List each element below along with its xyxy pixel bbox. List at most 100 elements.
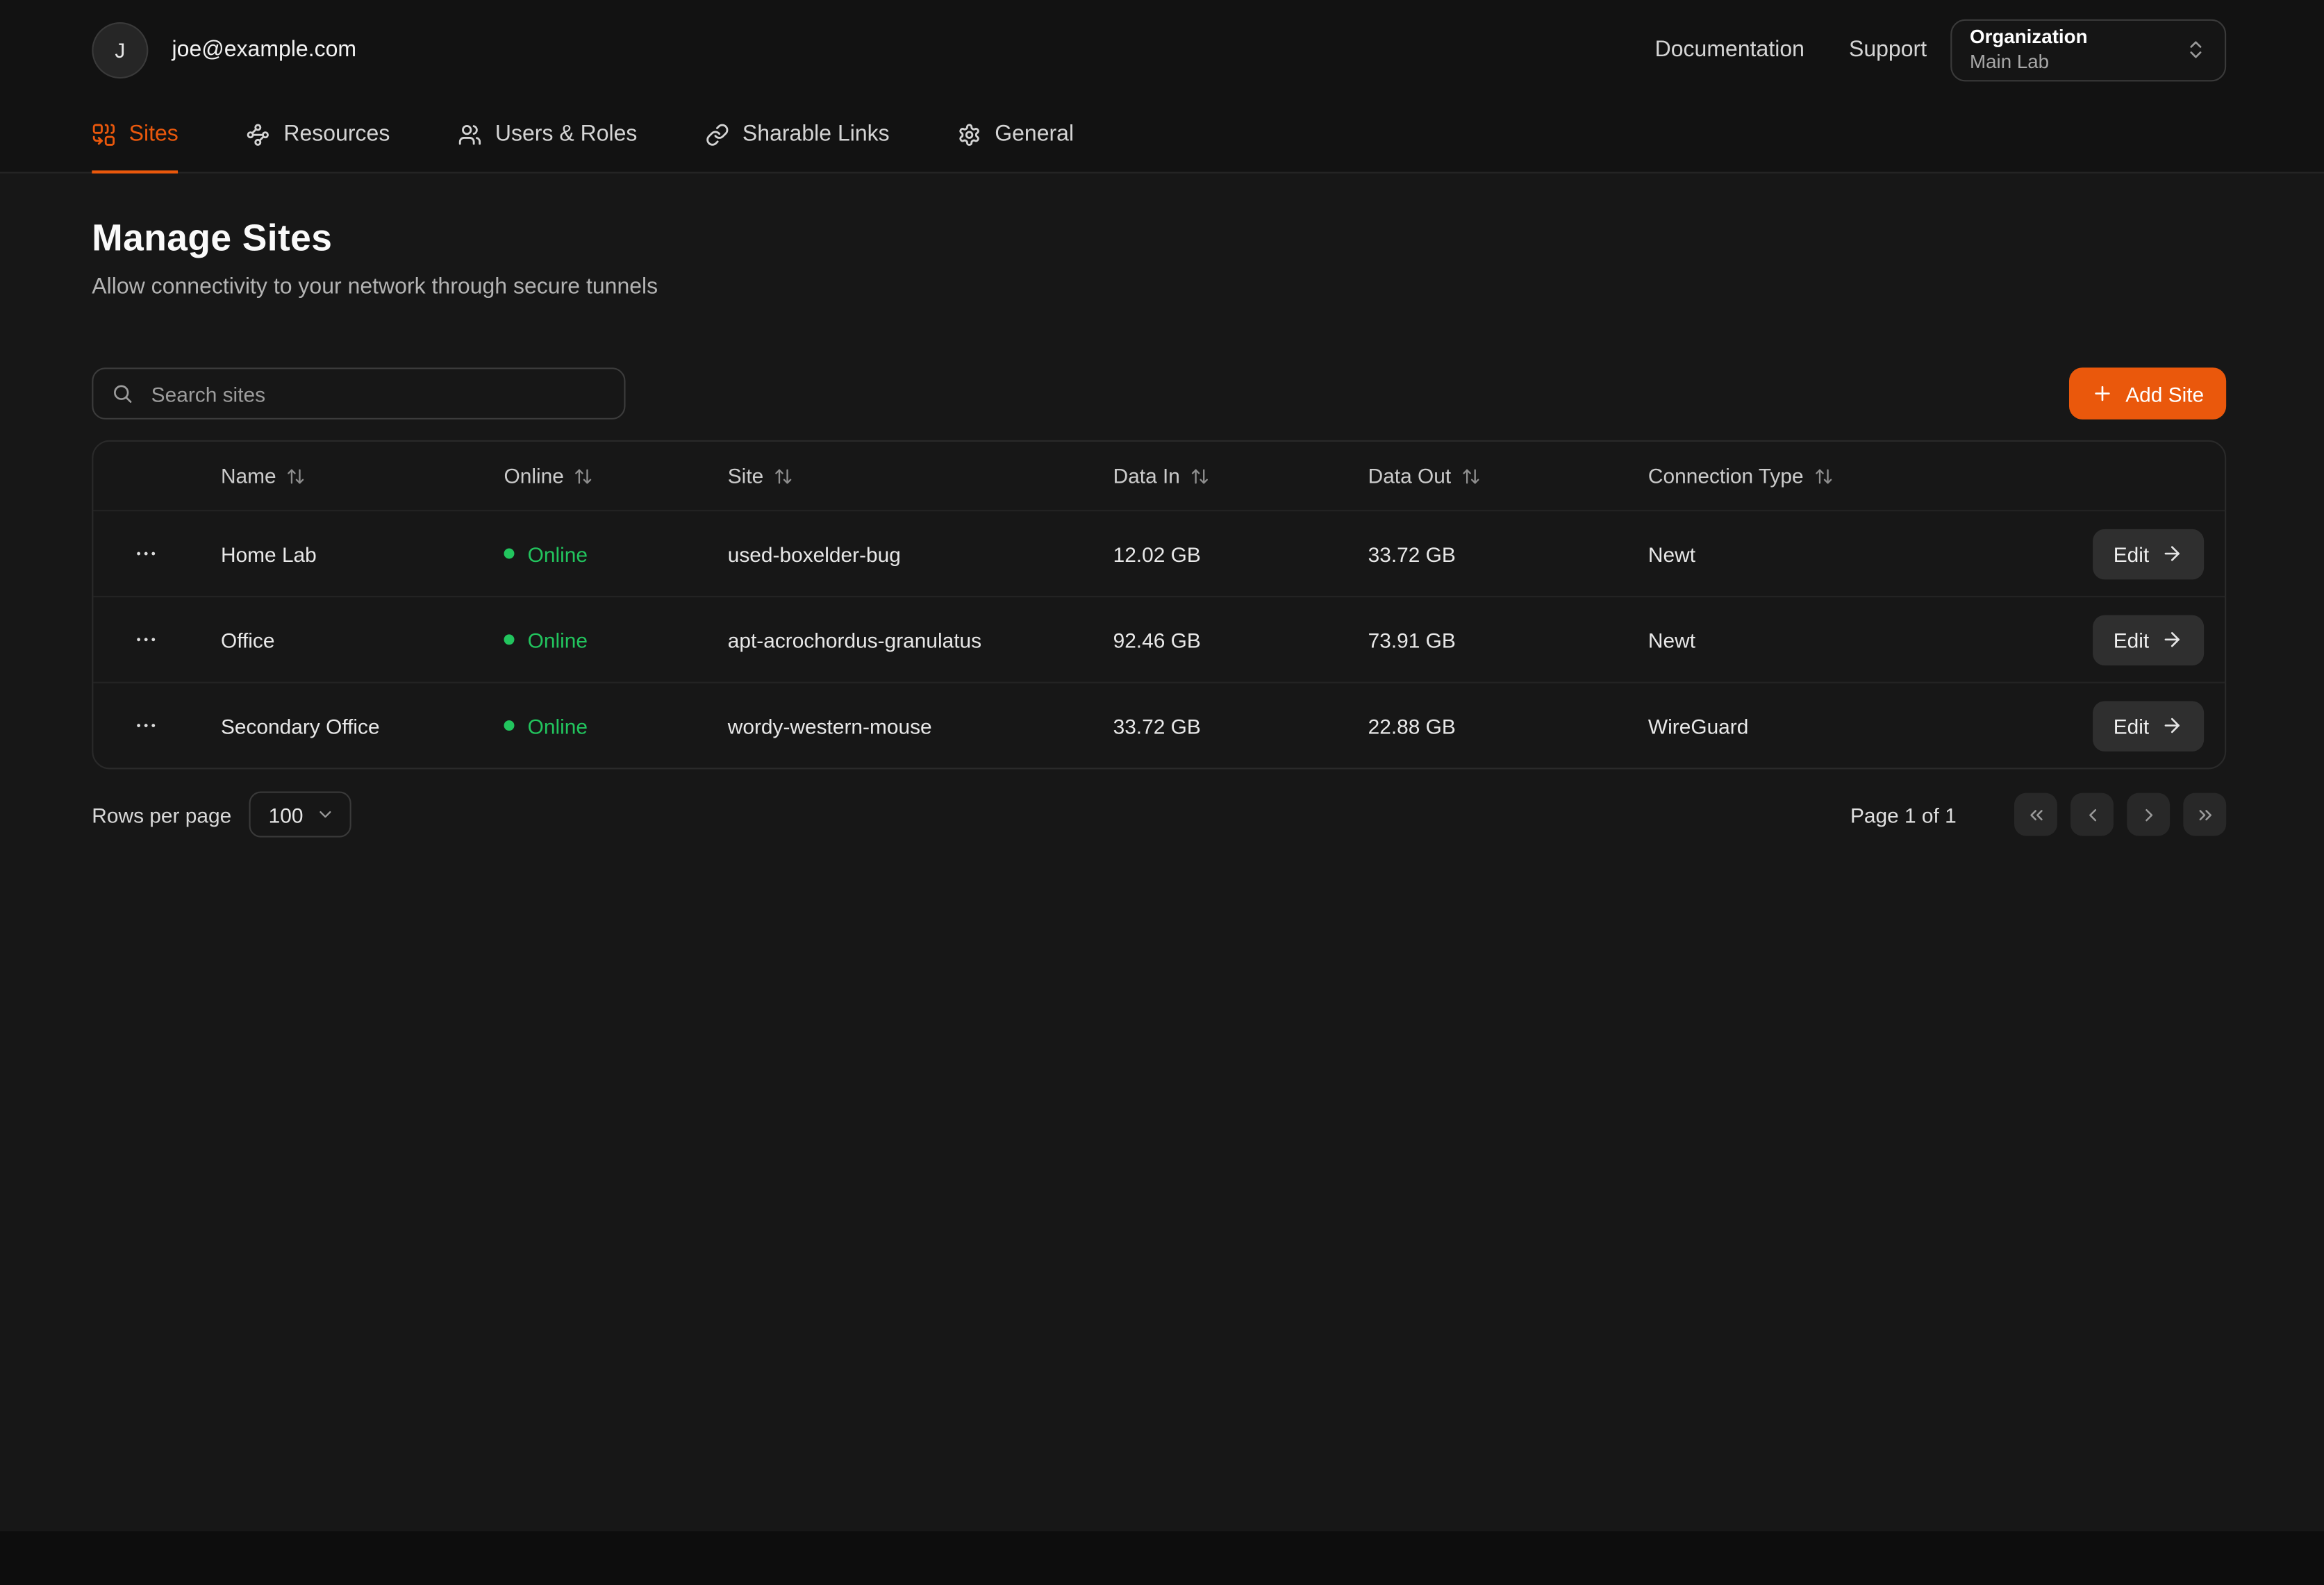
first-page-button[interactable] <box>2014 793 2057 836</box>
avatar-initial: J <box>115 38 125 61</box>
rows-per-page-select[interactable]: 100 <box>249 792 351 838</box>
sites-combine-icon <box>92 122 115 146</box>
cell-site: wordy-western-mouse <box>704 713 1090 737</box>
main-content: Manage Sites Allow connectivity to your … <box>0 218 2324 838</box>
tab-general[interactable]: General <box>958 99 1074 172</box>
column-label: Online <box>504 464 564 488</box>
plus-icon <box>2091 383 2114 405</box>
table-row: Secondary Office Online wordy-western-mo… <box>93 683 2225 768</box>
online-dot <box>504 720 515 731</box>
cell-online-status: Online <box>480 628 704 652</box>
org-selector-text: Organization Main Lab <box>1970 27 2088 72</box>
tab-users-roles[interactable]: Users & Roles <box>458 99 638 172</box>
cell-connection-type: WireGuard <box>1625 713 2041 737</box>
search-input[interactable] <box>148 380 606 406</box>
row-menu-button[interactable] <box>123 617 167 662</box>
account-bar: J joe@example.com Documentation Support … <box>0 0 2324 99</box>
cell-data-in: 33.72 GB <box>1089 713 1344 737</box>
prev-page-button[interactable] <box>2070 793 2114 836</box>
online-label: Online <box>528 713 588 737</box>
online-label: Online <box>528 628 588 652</box>
tab-label: Sites <box>129 122 179 147</box>
search-icon <box>111 383 133 405</box>
arrow-right-icon <box>2161 629 2183 651</box>
row-menu-button[interactable] <box>123 704 167 748</box>
sort-icon <box>287 466 306 486</box>
column-label: Name <box>221 464 276 488</box>
cell-data-in: 12.02 GB <box>1089 542 1344 565</box>
online-dot <box>504 549 515 559</box>
sites-table: Name Online Site Data In Data Out <box>92 440 2226 770</box>
avatar[interactable]: J <box>92 22 148 78</box>
rows-per-page-label: Rows per page <box>92 803 231 827</box>
edit-button[interactable]: Edit <box>2093 615 2204 665</box>
cell-site: used-boxelder-bug <box>704 542 1090 565</box>
tab-sharable-links[interactable]: Sharable Links <box>706 99 890 172</box>
sort-icon <box>574 466 594 486</box>
cell-name: Secondary Office <box>197 713 481 737</box>
add-site-button[interactable]: Add Site <box>2069 367 2226 420</box>
top-header: J joe@example.com Documentation Support … <box>0 0 2324 174</box>
cell-edit: Edit <box>2093 700 2225 751</box>
cell-edit: Edit <box>2093 615 2225 665</box>
chevron-left-icon <box>2082 804 2102 825</box>
chevrons-left-icon <box>2025 804 2046 825</box>
column-header-name[interactable]: Name <box>197 464 481 488</box>
sort-icon <box>1190 466 1210 486</box>
tab-label: Users & Roles <box>495 122 638 147</box>
cell-name: Home Lab <box>197 542 481 565</box>
tab-bar: Sites Resources Users & Roles Sharable L… <box>0 99 2324 172</box>
column-header-data-out[interactable]: Data Out <box>1344 464 1624 488</box>
table-row: Office Online apt-acrochordus-granulatus… <box>93 597 2225 683</box>
column-label: Data In <box>1113 464 1180 488</box>
cell-connection-type: Newt <box>1625 628 2041 652</box>
toolbar: Add Site <box>92 367 2226 420</box>
row-menu-button[interactable] <box>123 531 167 576</box>
chevrons-up-down-icon <box>2184 38 2207 60</box>
arrow-right-icon <box>2161 715 2183 737</box>
column-header-site[interactable]: Site <box>704 464 1090 488</box>
tab-label: Sharable Links <box>742 122 890 147</box>
page-title: Manage Sites <box>92 218 2226 261</box>
column-header-data-in[interactable]: Data In <box>1089 464 1344 488</box>
tab-label: Resources <box>283 122 390 147</box>
cell-connection-type: Newt <box>1625 542 2041 565</box>
cell-data-out: 22.88 GB <box>1344 713 1624 737</box>
org-selector-label: Organization <box>1970 27 2088 49</box>
nav-support[interactable]: Support <box>1849 37 1927 62</box>
sort-icon <box>1461 466 1481 486</box>
column-header-online[interactable]: Online <box>480 464 704 488</box>
sort-icon <box>1814 466 1834 486</box>
users-icon <box>458 122 482 146</box>
next-page-button[interactable] <box>2127 793 2170 836</box>
online-dot <box>504 634 515 645</box>
arrow-right-icon <box>2161 542 2183 565</box>
column-label: Data Out <box>1368 464 1452 488</box>
chevron-down-icon <box>315 805 335 824</box>
cell-online-status: Online <box>480 542 704 565</box>
app: J joe@example.com Documentation Support … <box>0 0 2324 1585</box>
edit-button[interactable]: Edit <box>2093 700 2204 751</box>
page-subtitle: Allow connectivity to your network throu… <box>92 274 2226 299</box>
cell-online-status: Online <box>480 713 704 737</box>
waypoints-icon <box>247 122 270 146</box>
last-page-button[interactable] <box>2183 793 2226 836</box>
tab-sites[interactable]: Sites <box>92 99 179 172</box>
nav-documentation[interactable]: Documentation <box>1655 37 1804 62</box>
online-label: Online <box>528 542 588 565</box>
column-label: Site <box>728 464 763 488</box>
tab-label: General <box>995 122 1074 147</box>
org-selector-value: Main Lab <box>1970 51 2088 73</box>
edit-label: Edit <box>2114 628 2149 652</box>
link-icon <box>706 122 729 146</box>
cell-data-in: 92.46 GB <box>1089 628 1344 652</box>
cell-site: apt-acrochordus-granulatus <box>704 628 1090 652</box>
edit-button[interactable]: Edit <box>2093 529 2204 579</box>
page-info: Page 1 of 1 <box>1850 803 1957 827</box>
table-row: Home Lab Online used-boxelder-bug 12.02 … <box>93 511 2225 597</box>
tab-resources[interactable]: Resources <box>247 99 390 172</box>
column-header-connection-type[interactable]: Connection Type <box>1625 464 2041 488</box>
org-selector[interactable]: Organization Main Lab <box>1950 19 2226 81</box>
table-header-row: Name Online Site Data In Data Out <box>93 442 2225 511</box>
column-label: Connection Type <box>1648 464 1804 488</box>
